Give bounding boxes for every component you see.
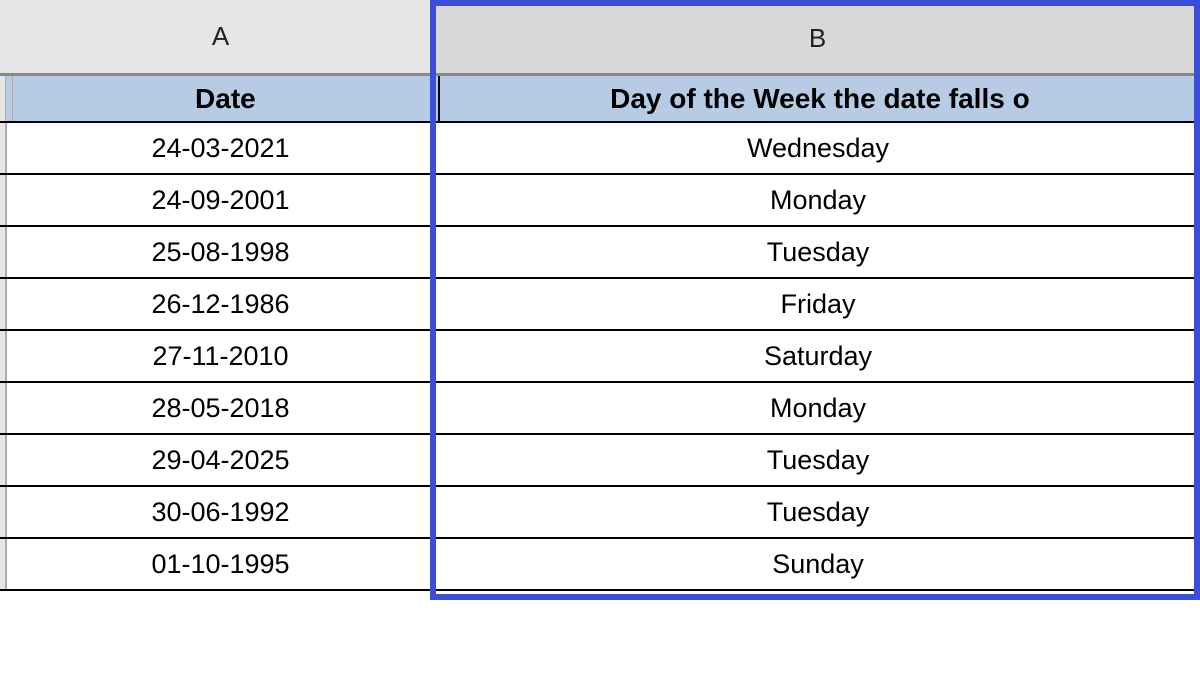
column-header-a[interactable]: A bbox=[6, 0, 436, 73]
spreadsheet-grid: A B Date Day of the Week the date falls … bbox=[0, 0, 1200, 591]
table-row: 01-10-1995 Sunday bbox=[0, 539, 1200, 591]
cell-day[interactable]: Saturday bbox=[436, 331, 1200, 381]
cell-date[interactable]: 30-06-1992 bbox=[6, 487, 436, 537]
column-header-b[interactable]: B bbox=[436, 0, 1200, 73]
table-header-row: Date Day of the Week the date falls o bbox=[0, 75, 1200, 123]
cell-day[interactable]: Monday bbox=[436, 175, 1200, 225]
cell-day[interactable]: Tuesday bbox=[436, 227, 1200, 277]
table-row: 25-08-1998 Tuesday bbox=[0, 227, 1200, 279]
table-row: 24-03-2021 Wednesday bbox=[0, 123, 1200, 175]
cell-date[interactable]: 29-04-2025 bbox=[6, 435, 436, 485]
header-date[interactable]: Date bbox=[12, 76, 440, 121]
cell-date[interactable]: 01-10-1995 bbox=[6, 539, 436, 589]
row-gutter bbox=[0, 76, 6, 121]
table-row: 29-04-2025 Tuesday bbox=[0, 435, 1200, 487]
cell-day[interactable]: Friday bbox=[436, 279, 1200, 329]
table-row: 27-11-2010 Saturday bbox=[0, 331, 1200, 383]
table-row: 24-09-2001 Monday bbox=[0, 175, 1200, 227]
cell-date[interactable]: 24-09-2001 bbox=[6, 175, 436, 225]
cell-date[interactable]: 25-08-1998 bbox=[6, 227, 436, 277]
cell-date[interactable]: 27-11-2010 bbox=[6, 331, 436, 381]
table-row: 30-06-1992 Tuesday bbox=[0, 487, 1200, 539]
cell-date[interactable]: 26-12-1986 bbox=[6, 279, 436, 329]
cell-date[interactable]: 28-05-2018 bbox=[6, 383, 436, 433]
cell-day[interactable]: Tuesday bbox=[436, 487, 1200, 537]
cell-day[interactable]: Wednesday bbox=[436, 123, 1200, 173]
i-day[interactable]: Sunday bbox=[436, 539, 1200, 589]
table-row: 26-12-1986 Friday bbox=[0, 279, 1200, 331]
table-row: 28-05-2018 Monday bbox=[0, 383, 1200, 435]
cell-day[interactable]: Monday bbox=[436, 383, 1200, 433]
column-headers-row: A B bbox=[0, 0, 1200, 75]
cell-date[interactable]: 24-03-2021 bbox=[6, 123, 436, 173]
header-day[interactable]: Day of the Week the date falls o bbox=[440, 76, 1200, 121]
cell-day[interactable]: Tuesday bbox=[436, 435, 1200, 485]
